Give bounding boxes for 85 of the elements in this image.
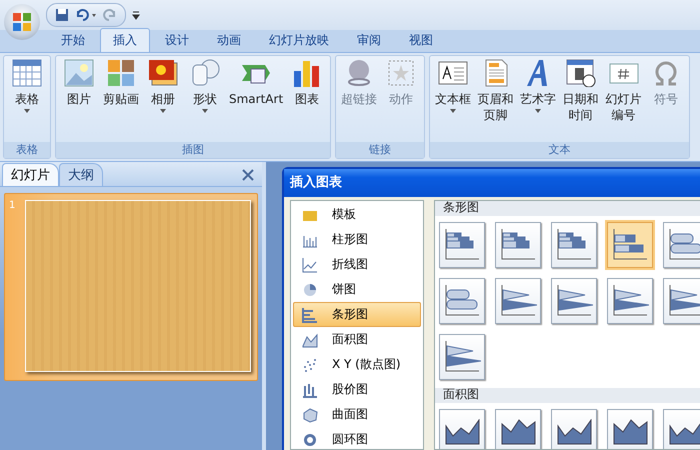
ribbon-button[interactable]: 图片 bbox=[59, 59, 99, 142]
category-item[interactable]: 模板 bbox=[293, 202, 421, 227]
picture-icon bbox=[64, 59, 94, 87]
chart-type-icon bbox=[302, 256, 318, 272]
ribbon-button[interactable]: 幻灯片编号 bbox=[603, 59, 644, 142]
customize-toolbar-icon[interactable] bbox=[132, 10, 140, 20]
ribbon-tab[interactable]: 幻灯片放映 bbox=[256, 28, 342, 52]
star-action-icon bbox=[386, 59, 416, 87]
text-box-icon bbox=[438, 59, 468, 87]
ribbon-button[interactable]: 形状 bbox=[185, 59, 225, 142]
chart-thumbnail[interactable] bbox=[495, 409, 541, 449]
chart-thumbnail[interactable] bbox=[607, 222, 653, 268]
table-icon bbox=[12, 59, 42, 87]
caret-icon bbox=[160, 109, 166, 113]
category-item[interactable]: 折线图 bbox=[293, 252, 421, 277]
area-chart-thumbnail-drawing bbox=[444, 419, 480, 445]
chart-thumbnail[interactable] bbox=[607, 409, 653, 449]
ribbon-tab[interactable]: 审阅 bbox=[344, 28, 394, 52]
chart-thumbnail[interactable] bbox=[439, 278, 485, 324]
chart-thumbnail[interactable] bbox=[607, 278, 653, 324]
chart-thumbnail[interactable] bbox=[439, 334, 485, 380]
caret-icon bbox=[202, 109, 208, 113]
panel-tab[interactable]: 幻灯片 bbox=[2, 163, 59, 186]
chart-type-icon bbox=[302, 332, 318, 348]
chart-thumbnail[interactable] bbox=[439, 222, 485, 268]
caret-icon bbox=[24, 109, 30, 113]
category-item[interactable]: 饼图 bbox=[293, 277, 421, 302]
category-item[interactable]: 曲面图 bbox=[293, 402, 421, 427]
photo-album-icon bbox=[148, 59, 178, 87]
clip-art-icon bbox=[106, 59, 136, 87]
panel-tab[interactable]: 大纲 bbox=[59, 163, 103, 186]
area-chart-thumbnail-drawing bbox=[500, 419, 536, 445]
ribbon-button[interactable]: 文本框 bbox=[433, 59, 474, 142]
chart-thumbnail[interactable] bbox=[663, 222, 700, 268]
chart-type-icon bbox=[302, 432, 318, 448]
calendar-clock-icon bbox=[566, 59, 596, 87]
chart-type-icon bbox=[302, 356, 318, 372]
category-item[interactable]: 条形图 bbox=[293, 302, 421, 327]
category-item[interactable]: 面积图 bbox=[293, 327, 421, 352]
save-icon[interactable] bbox=[55, 8, 69, 22]
chart-type-icon bbox=[302, 306, 318, 322]
ribbon-button[interactable]: 页眉和页脚 bbox=[475, 59, 516, 142]
ribbon-tab[interactable]: 插入 bbox=[100, 28, 150, 52]
group-label: 插图 bbox=[56, 142, 330, 158]
caret-icon bbox=[450, 109, 456, 113]
group-label: 文本 bbox=[430, 142, 690, 158]
ribbon-button[interactable]: 剪贴画 bbox=[101, 59, 141, 142]
ribbon-tab[interactable]: 动画 bbox=[204, 28, 254, 52]
category-item[interactable]: 圆环图 bbox=[293, 427, 421, 450]
section-header: 条形图 bbox=[435, 201, 700, 216]
category-item[interactable]: 柱形图 bbox=[293, 227, 421, 252]
ribbon-button[interactable]: 日期和时间 bbox=[560, 59, 602, 142]
slide-number: 1 bbox=[9, 200, 16, 213]
office-logo-icon bbox=[12, 12, 32, 32]
chart-thumbnail[interactable] bbox=[663, 278, 700, 324]
undo-icon[interactable] bbox=[75, 8, 97, 22]
chart-thumbnail[interactable] bbox=[551, 409, 597, 449]
category-item[interactable]: 股价图 bbox=[293, 377, 421, 402]
area-chart-thumbnail-drawing bbox=[556, 419, 592, 445]
ribbon-button[interactable]: 相册 bbox=[143, 59, 183, 142]
section-header: 面积图 bbox=[435, 388, 700, 403]
ribbon-tab[interactable]: 开始 bbox=[48, 28, 98, 52]
chart-thumbnail[interactable] bbox=[551, 278, 597, 324]
group-label: 表格 bbox=[4, 142, 50, 158]
ribbon-tab[interactable]: 视图 bbox=[396, 28, 446, 52]
close-icon[interactable] bbox=[242, 169, 254, 181]
area-chart-thumbnail-drawing bbox=[612, 419, 648, 445]
chart-thumbnail[interactable] bbox=[551, 222, 597, 268]
chart-thumbnail[interactable] bbox=[495, 278, 541, 324]
ribbon-button[interactable]: 表格 bbox=[7, 59, 47, 142]
ribbon-tab[interactable]: 设计 bbox=[152, 28, 202, 52]
chart-thumbnail[interactable] bbox=[495, 222, 541, 268]
ribbon-button[interactable]: 图表 bbox=[287, 59, 328, 142]
ribbon-button[interactable]: 艺术字 bbox=[518, 59, 558, 142]
caret-icon bbox=[535, 109, 542, 113]
group-label: 链接 bbox=[336, 142, 424, 158]
chart-type-icon bbox=[302, 406, 318, 422]
chart-type-icon bbox=[302, 282, 318, 298]
ribbon-button[interactable]: SmartArt bbox=[227, 59, 286, 142]
chart-type-icon bbox=[302, 382, 318, 398]
category-item[interactable]: X Y (散点图) bbox=[293, 352, 421, 377]
shapes-icon bbox=[190, 59, 220, 87]
office-button[interactable] bbox=[4, 4, 40, 40]
dialog-title: 插入图表 bbox=[284, 169, 700, 197]
chart-thumbnail[interactable] bbox=[439, 409, 485, 449]
